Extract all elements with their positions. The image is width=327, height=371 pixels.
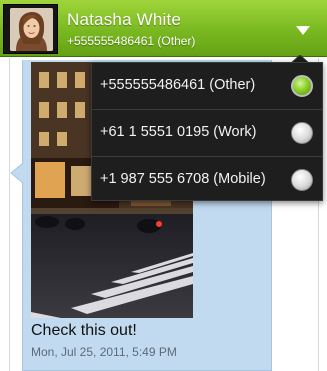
- menu-item-mobile[interactable]: +1 987 555 6708 (Mobile): [92, 157, 322, 203]
- menu-item-other[interactable]: +555555486461 (Other): [92, 63, 322, 109]
- radio-on-icon[interactable]: [291, 75, 313, 97]
- thread-divider-left: [9, 58, 10, 371]
- menu-item-work[interactable]: +61 1 5551 0195 (Work): [92, 110, 322, 156]
- avatar[interactable]: [10, 8, 53, 51]
- menu-item-label: +1 987 555 6708 (Mobile): [100, 171, 266, 187]
- radio-off-icon[interactable]: [291, 169, 313, 191]
- menu-item-label: +555555486461 (Other): [100, 77, 256, 93]
- avatar-frame[interactable]: [3, 4, 58, 54]
- radio-off-icon[interactable]: [291, 122, 313, 144]
- message-timestamp: Mon, Jul 25, 2011, 5:49 PM: [31, 345, 177, 359]
- contact-number: +555555486461 (Other): [67, 34, 196, 48]
- conversation-header: Natasha White +555555486461 (Other): [0, 0, 327, 57]
- chevron-down-icon: [296, 25, 310, 35]
- message-text: Check this out!: [31, 322, 137, 339]
- bubble-tail: [10, 163, 24, 183]
- contact-name: Natasha White: [67, 10, 182, 29]
- avatar-image: [10, 8, 53, 51]
- number-selection-menu: +555555486461 (Other) +61 1 5551 0195 (W…: [91, 62, 323, 201]
- number-dropdown-button[interactable]: [288, 18, 318, 42]
- menu-item-label: +61 1 5551 0195 (Work): [100, 124, 257, 140]
